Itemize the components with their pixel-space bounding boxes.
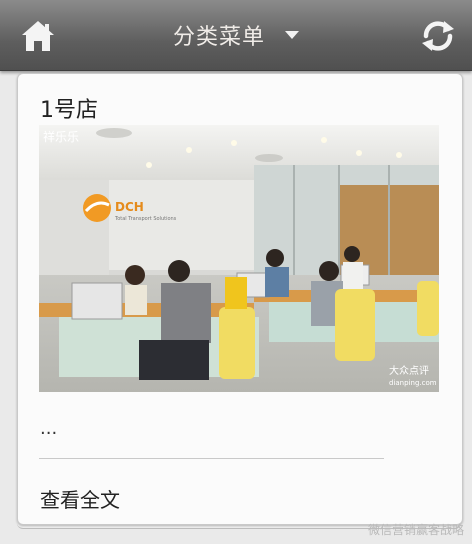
- menu-title-label: 分类菜单: [172, 25, 265, 50]
- article-title: 1号店: [40, 98, 98, 123]
- photo-watermark-url: dianping.com: [389, 379, 437, 387]
- article-excerpt: ...: [40, 418, 58, 439]
- read-full-article-link[interactable]: 查看全文: [40, 484, 120, 513]
- footer-watermark: 微信营销赢客战略: [367, 523, 464, 537]
- category-menu-dropdown[interactable]: 分类菜单: [0, 0, 472, 70]
- article-card[interactable]: 1号店 DCH Total Transport Solutions 祥乐乐 大众…: [17, 73, 463, 525]
- chevron-down-icon: [285, 31, 299, 39]
- divider: [39, 458, 384, 459]
- photo-brand-overlay: 祥乐乐: [43, 130, 79, 144]
- logo-subtitle: Total Transport Solutions: [114, 216, 177, 222]
- refresh-button[interactable]: [418, 16, 458, 56]
- logo-text: DCH: [115, 200, 144, 214]
- top-bar: 分类菜单: [0, 0, 472, 71]
- refresh-icon: [422, 21, 454, 51]
- app-screen: 分类菜单 1号店 DCH Total Transport Solutions 祥…: [0, 0, 472, 544]
- store-interior-image: DCH Total Transport Solutions 祥乐乐 大众点评 d…: [39, 125, 439, 392]
- photo-watermark: 大众点评: [389, 364, 429, 377]
- store-photo[interactable]: DCH Total Transport Solutions 祥乐乐 大众点评 d…: [39, 125, 439, 392]
